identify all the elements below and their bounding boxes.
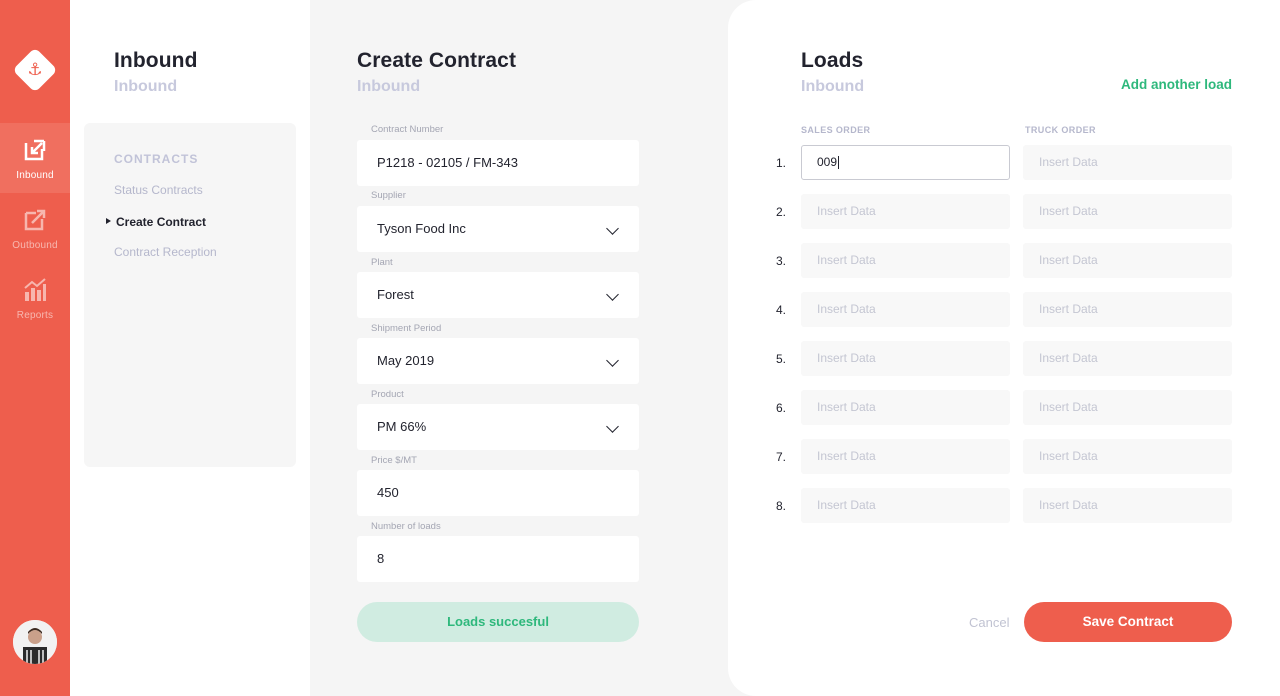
number-of-loads-label: Number of loads bbox=[371, 521, 441, 532]
product-value: PM 66% bbox=[377, 419, 427, 434]
number-of-loads-input[interactable]: 8 bbox=[357, 536, 639, 582]
truck-order-input[interactable]: Insert Data bbox=[1023, 341, 1232, 376]
avatar[interactable] bbox=[13, 620, 57, 664]
rail-item-reports[interactable]: Reports bbox=[0, 263, 70, 333]
rail-label-reports: Reports bbox=[16, 310, 54, 321]
user-avatar-icon bbox=[13, 620, 57, 664]
sales-order-input[interactable]: Insert Data bbox=[801, 488, 1010, 523]
supplier-value: Tyson Food Inc bbox=[377, 221, 466, 236]
truck-order-input[interactable]: Insert Data bbox=[1023, 390, 1232, 425]
rail-item-inbound[interactable]: Inbound bbox=[0, 123, 70, 193]
secondary-nav: Inbound Inbound CONTRACTS Status Contrac… bbox=[70, 0, 310, 696]
row-number: 8. bbox=[776, 499, 787, 513]
plant-select[interactable]: Forest bbox=[357, 272, 639, 318]
form-title: Create Contract bbox=[357, 49, 517, 72]
row-number: 5. bbox=[776, 352, 787, 366]
price-value: 450 bbox=[377, 485, 399, 500]
form-subtitle: Inbound bbox=[357, 78, 421, 95]
truck-order-input[interactable]: Insert Data bbox=[1023, 488, 1232, 523]
truck-order-header: TRUCK ORDER bbox=[1025, 125, 1096, 135]
shipment-period-select[interactable]: May 2019 bbox=[357, 338, 639, 384]
supplier-select[interactable]: Tyson Food Inc bbox=[357, 206, 639, 252]
row-number: 7. bbox=[776, 450, 787, 464]
nav-link-status-contracts[interactable]: Status Contracts bbox=[114, 183, 203, 197]
rail-label-inbound: Inbound bbox=[16, 170, 54, 181]
nav-section-contracts: CONTRACTS bbox=[114, 152, 199, 166]
contract-number-label: Contract Number bbox=[371, 124, 444, 135]
sales-order-header: SALES ORDER bbox=[801, 125, 871, 135]
truck-order-input[interactable]: Insert Data bbox=[1023, 439, 1232, 474]
plant-value: Forest bbox=[377, 287, 414, 302]
loads-subtitle: Inbound bbox=[801, 78, 865, 95]
caret-right-icon bbox=[106, 218, 111, 224]
cancel-button[interactable]: Cancel bbox=[969, 615, 1009, 630]
inbound-icon bbox=[24, 139, 46, 161]
row-number: 4. bbox=[776, 303, 787, 317]
row-number: 6. bbox=[776, 401, 787, 415]
sales-order-input[interactable]: Insert Data bbox=[801, 439, 1010, 474]
row-number: 1. bbox=[776, 156, 787, 170]
contract-number-value: P1218 - 02105 / FM-343 bbox=[377, 155, 518, 170]
anchor-icon: ⚓ bbox=[27, 60, 43, 79]
truck-order-input[interactable]: Insert Data bbox=[1023, 243, 1232, 278]
truck-order-input[interactable]: Insert Data bbox=[1023, 194, 1232, 229]
shipment-period-value: May 2019 bbox=[377, 353, 435, 368]
truck-order-input[interactable]: Insert Data bbox=[1023, 145, 1232, 180]
chevron-down-icon bbox=[606, 222, 619, 235]
nav-link-label: Create Contract bbox=[116, 215, 207, 229]
app-rail: ⚓ Inbound Outbound Reports bbox=[0, 0, 70, 696]
sales-order-input[interactable]: Insert Data bbox=[801, 292, 1010, 327]
product-select[interactable]: PM 66% bbox=[357, 404, 639, 450]
save-contract-button[interactable]: Save Contract bbox=[1024, 602, 1232, 642]
nav-title: Inbound bbox=[114, 49, 198, 72]
nav-subtitle: Inbound bbox=[114, 78, 178, 95]
contract-number-input[interactable]: P1218 - 02105 / FM-343 bbox=[357, 140, 639, 186]
sales-order-input[interactable]: Insert Data bbox=[801, 341, 1010, 376]
chevron-down-icon bbox=[606, 288, 619, 301]
chevron-down-icon bbox=[606, 420, 619, 433]
loads-panel: Loads Inbound Add another load SALES ORD… bbox=[728, 0, 1280, 696]
sales-order-input[interactable]: Insert Data bbox=[801, 390, 1010, 425]
outbound-icon bbox=[24, 209, 46, 231]
nav-card: CONTRACTS Status Contracts Create Contra… bbox=[84, 123, 296, 467]
plant-label: Plant bbox=[371, 257, 393, 268]
nav-link-create-contract[interactable]: Create Contract bbox=[106, 215, 207, 229]
reports-icon bbox=[24, 278, 46, 301]
row-number: 2. bbox=[776, 205, 787, 219]
supplier-label: Supplier bbox=[371, 190, 406, 201]
price-input[interactable]: 450 bbox=[357, 470, 639, 516]
rail-item-outbound[interactable]: Outbound bbox=[0, 193, 70, 263]
sales-order-value: 009 bbox=[817, 155, 838, 169]
nav-link-contract-reception[interactable]: Contract Reception bbox=[114, 245, 217, 259]
add-another-load-link[interactable]: Add another load bbox=[1121, 77, 1232, 92]
sales-order-input[interactable]: 009 bbox=[801, 145, 1010, 180]
price-label: Price $/MT bbox=[371, 455, 417, 466]
sales-order-input[interactable]: Insert Data bbox=[801, 243, 1010, 278]
number-of-loads-value: 8 bbox=[377, 551, 385, 566]
text-caret bbox=[838, 156, 840, 170]
truck-order-input[interactable]: Insert Data bbox=[1023, 292, 1232, 327]
product-label: Product bbox=[371, 389, 404, 400]
chevron-down-icon bbox=[606, 354, 619, 367]
loads-title: Loads bbox=[801, 49, 864, 72]
row-number: 3. bbox=[776, 254, 787, 268]
rail-label-outbound: Outbound bbox=[12, 240, 58, 251]
loads-status-badge: Loads succesful bbox=[357, 602, 639, 642]
sales-order-input[interactable]: Insert Data bbox=[801, 194, 1010, 229]
contract-form: Create Contract Inbound Contract Number … bbox=[310, 0, 728, 696]
shipment-period-label: Shipment Period bbox=[371, 323, 442, 334]
